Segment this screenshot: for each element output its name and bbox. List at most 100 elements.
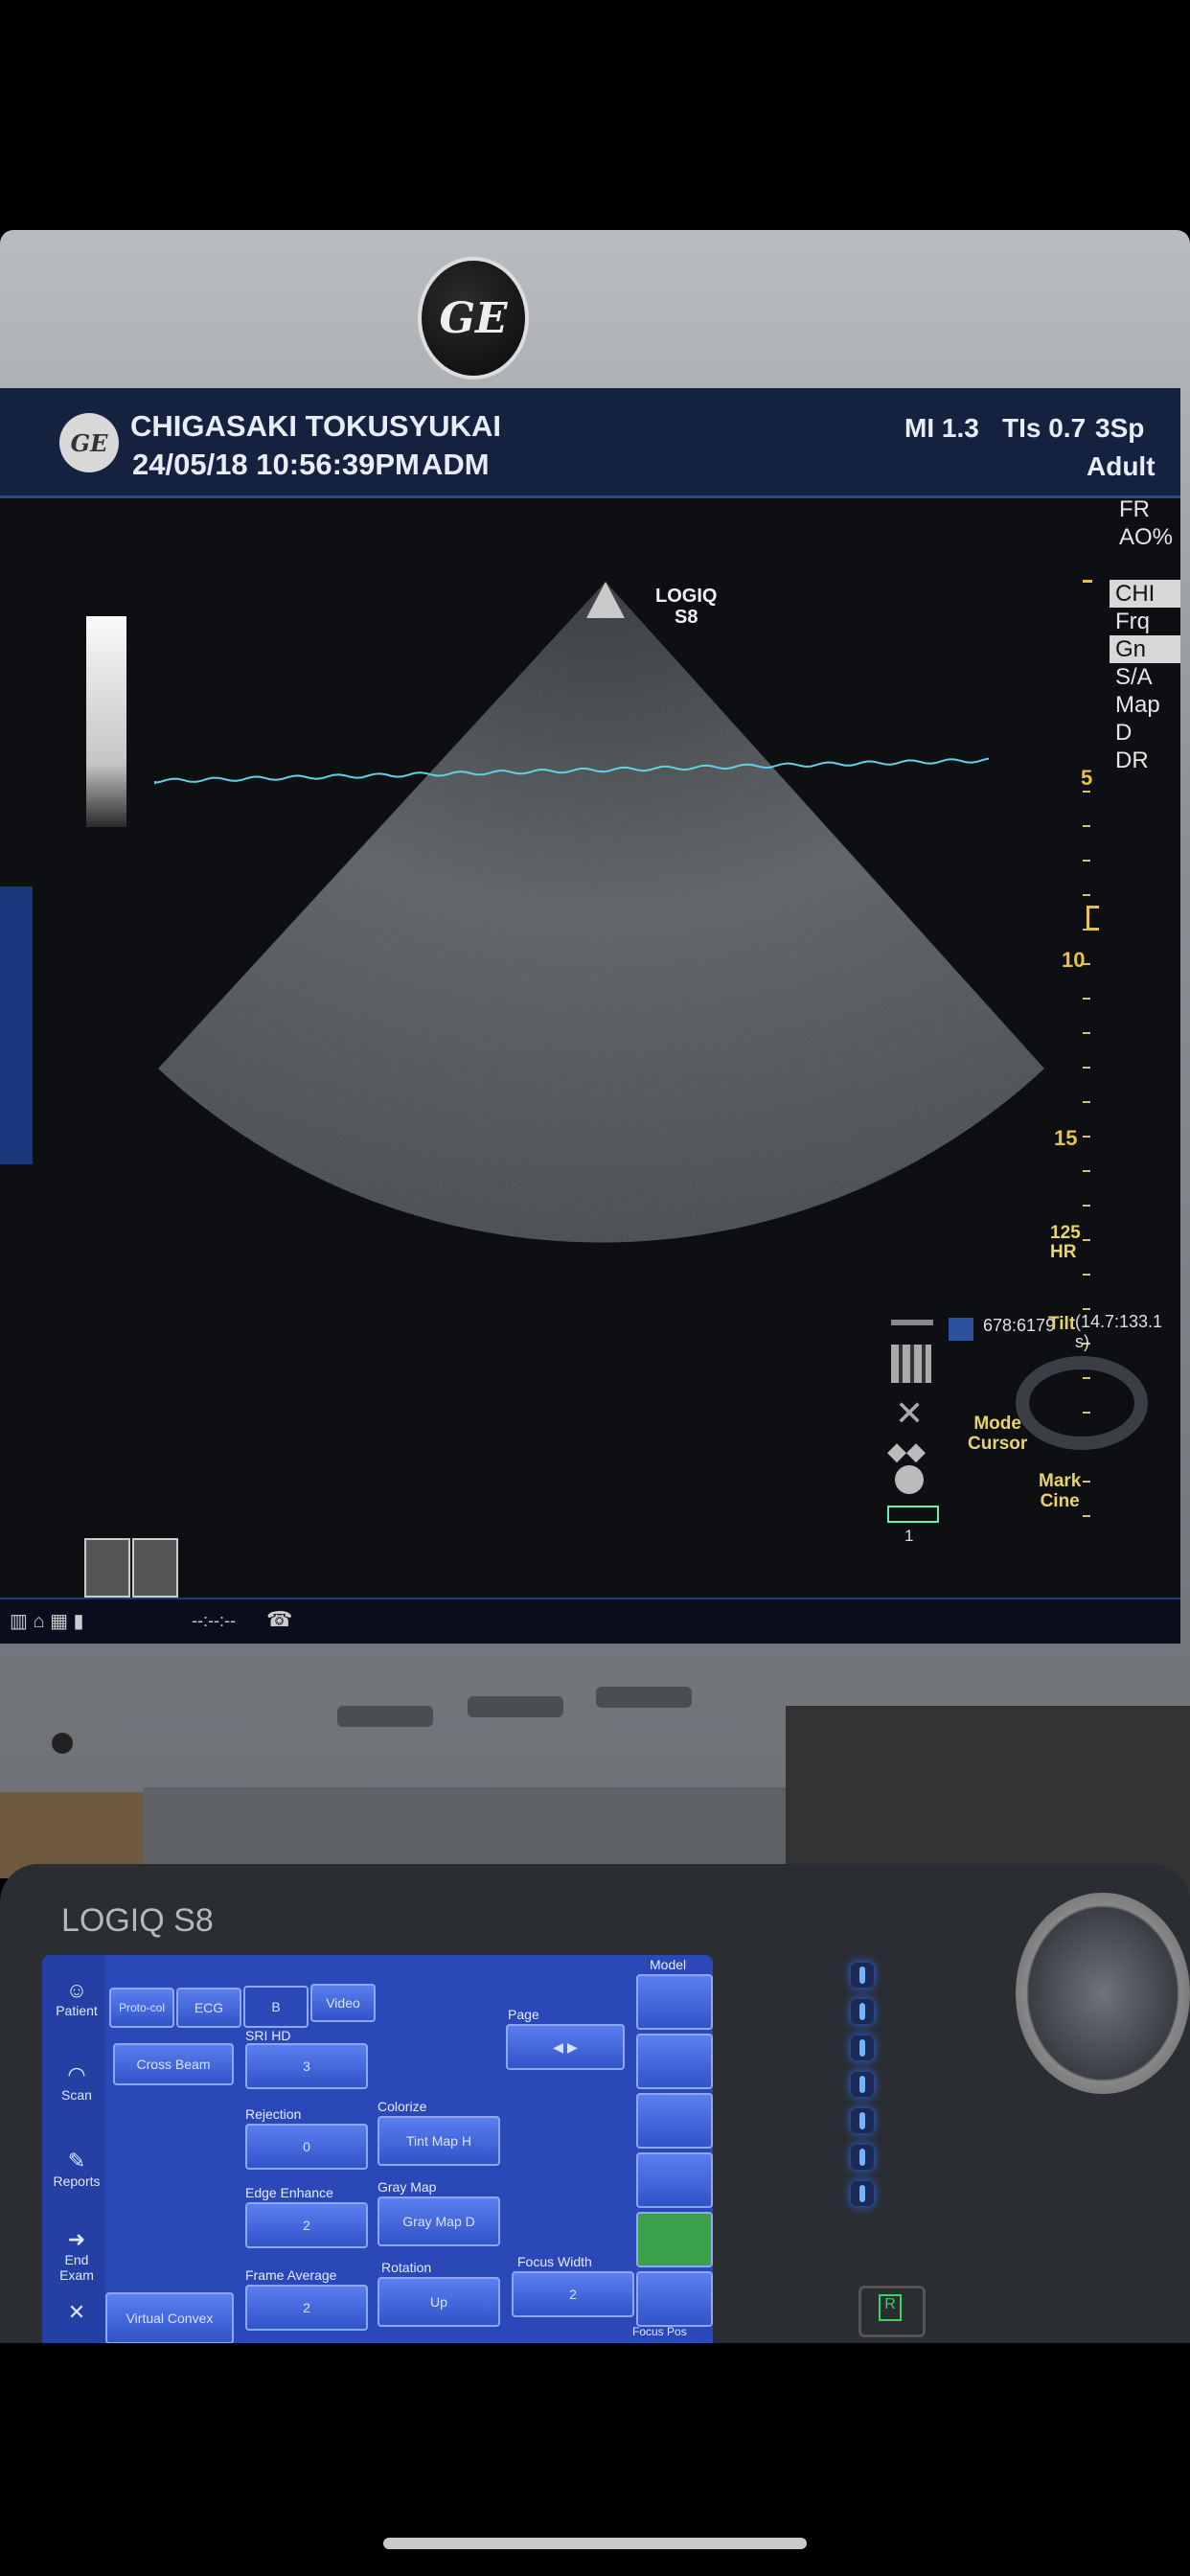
thermal-index: TIs 0.7 [1002, 413, 1087, 443]
preset-code: 3Sp [1095, 413, 1145, 443]
trackball-left: Mode Cursor [968, 1414, 1027, 1454]
speckle-texture [158, 582, 1044, 1243]
menu-frq[interactable]: Frq [1110, 608, 1180, 635]
tab-protocol[interactable]: Proto-col [109, 1988, 174, 2028]
side-patient-label: Patient [56, 2003, 98, 2018]
probe-button-3[interactable] [636, 2152, 713, 2208]
heart-rate: 125 HR [1050, 1224, 1081, 1262]
depth-minor-tick [1083, 1205, 1090, 1207]
depth-minor-tick [1083, 1101, 1090, 1103]
rejection-stepper[interactable]: 0 [245, 2124, 368, 2170]
probe-button-active[interactable] [636, 2212, 713, 2267]
tab-b[interactable]: B [243, 1986, 309, 2028]
camera-icon [895, 1465, 924, 1494]
monitor-sensor [52, 1733, 73, 1754]
colorize-button[interactable]: Tint Map H [378, 2116, 500, 2166]
frame-average-stepper[interactable]: 2 [245, 2285, 368, 2331]
thumbnail-2[interactable] [132, 1538, 178, 1598]
probe-label-line1: LOGIQ [655, 586, 718, 607]
model-button[interactable] [636, 1974, 713, 2030]
patient-icon: ☺ [65, 1978, 88, 2002]
tab-ecg[interactable]: ECG [176, 1988, 241, 2028]
move-arrows-icon: ◆◆ [887, 1437, 926, 1465]
tgc-slider-6[interactable] [851, 2145, 874, 2170]
cine-counter: 678:6179 [983, 1316, 1056, 1335]
institution-name: CHIGASAKI TOKUSYUKAI [130, 409, 501, 443]
page-label: Page [508, 2007, 539, 2022]
param-fr: FR [1119, 496, 1150, 522]
virtual-convex-button[interactable]: Virtual Convex [105, 2292, 234, 2344]
menu-chi[interactable]: CHI [1110, 580, 1180, 608]
monitor-button-1[interactable] [337, 1706, 433, 1727]
r-key-label: R [879, 2294, 902, 2321]
side-scan-label: Scan [61, 2087, 92, 2103]
imaging-params: FR AO% [1119, 495, 1173, 551]
depth-minor-tick [1083, 791, 1090, 793]
tools-icon[interactable]: ✕ [48, 2300, 105, 2325]
status-time: --:--:-- [192, 1611, 236, 1630]
rejection-label: Rejection [245, 2106, 302, 2122]
patient-type: Adult [1087, 451, 1156, 481]
depth-minor-tick [1083, 998, 1090, 1000]
monitor-button-2[interactable] [468, 1696, 563, 1717]
side-reports[interactable]: ✎ Reports [48, 2149, 105, 2189]
cross-beam-button[interactable]: Cross Beam [113, 2043, 234, 2085]
trackball-bottom-line2: Cine [1040, 1491, 1080, 1511]
caliper-icon: ✕ [895, 1393, 925, 1433]
scan-icon: ◠ [67, 2062, 86, 2086]
menu-dr[interactable]: DR [1110, 747, 1180, 774]
heart-rate-label: HR [1050, 1242, 1077, 1262]
cine-icon [949, 1318, 973, 1341]
trackball-icon [1016, 1356, 1148, 1450]
tgc-slider-7[interactable] [851, 2181, 874, 2206]
r-key[interactable]: R [858, 2286, 926, 2337]
menu-d[interactable]: D [1110, 719, 1180, 747]
depth-minor-tick [1083, 1136, 1090, 1138]
reports-icon: ✎ [67, 2149, 86, 2173]
depth-minor-tick [1083, 1067, 1090, 1069]
tgc-slider-2[interactable] [851, 1999, 874, 2024]
tgc-slider-5[interactable] [851, 2108, 874, 2133]
page-stepper[interactable]: ◀ ▶ [506, 2024, 625, 2070]
side-reports-label: Reports [53, 2174, 101, 2189]
side-scan[interactable]: ◠ Scan [48, 2062, 105, 2103]
param-menu: CHI Frq Gn S/A Map D DR [1110, 580, 1180, 774]
status-bar: ▥ ⌂ ▦ ▮ --:--:-- ☎ [0, 1598, 1180, 1644]
arrow-icon [891, 1320, 933, 1325]
monitor-button-3[interactable] [596, 1687, 692, 1708]
rotation-select[interactable]: Up [378, 2277, 500, 2327]
probe-button-2[interactable] [636, 2093, 713, 2149]
tgc-slider-4[interactable] [851, 2072, 874, 2097]
depth-minor-tick [1083, 894, 1090, 896]
edge-enhance-label: Edge Enhance [245, 2185, 333, 2200]
keypad-icon [891, 1345, 931, 1383]
sri-hd-select[interactable]: 3 [245, 2043, 368, 2089]
depth-tick-15: 15 [1054, 1126, 1078, 1150]
menu-sa[interactable]: S/A [1110, 663, 1180, 691]
depth-minor-tick [1083, 825, 1090, 827]
trackball-bottom-line1: Mark [1039, 1471, 1082, 1491]
home-indicator[interactable] [383, 2538, 807, 2549]
side-patient[interactable]: ☺ Patient [48, 1978, 105, 2018]
rotation-label: Rotation [381, 2260, 432, 2275]
focus-width-stepper[interactable]: 2 [512, 2271, 634, 2317]
touch-panel: ☺ Patient ◠ Scan ✎ Reports ➜ End Exam ✕ Prot… [42, 1955, 713, 2348]
menu-gn[interactable]: Gn [1110, 635, 1180, 663]
phone-icon: ☎ [266, 1607, 293, 1631]
edge-enhance-stepper[interactable]: 2 [245, 2202, 368, 2248]
ge-logo-icon: GE [59, 413, 119, 472]
trackball-hardware[interactable] [1016, 1893, 1190, 2094]
probe-button-1[interactable] [636, 2034, 713, 2089]
depth-minor-tick [1083, 1170, 1090, 1172]
gray-map-button[interactable]: Gray Map D [378, 2196, 500, 2246]
menu-map[interactable]: Map [1110, 691, 1180, 719]
tgc-slider-3[interactable] [851, 2036, 874, 2060]
page-index: 1 [904, 1527, 914, 1545]
thumbnail-1[interactable] [84, 1538, 130, 1598]
tab-video[interactable]: Video [310, 1984, 376, 2022]
trackball-left-line2: Cursor [968, 1434, 1028, 1454]
tgc-slider-1[interactable] [851, 1963, 874, 1988]
layout-squares-icon [887, 1506, 939, 1523]
side-end-exam[interactable]: ➜ End Exam [48, 2227, 105, 2283]
probe-button-5[interactable] [636, 2271, 713, 2327]
